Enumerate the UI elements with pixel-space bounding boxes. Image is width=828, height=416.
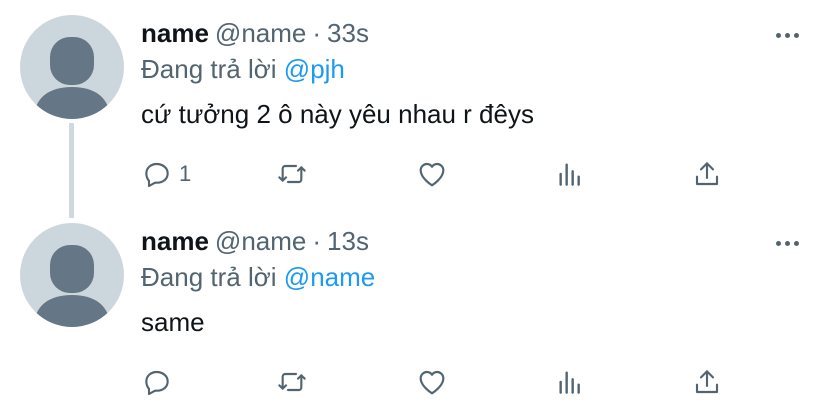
separator-dot: ·	[312, 18, 322, 48]
analytics-button[interactable]	[554, 362, 586, 402]
more-icon	[775, 32, 781, 38]
timestamp[interactable]: 33s	[327, 18, 369, 48]
more-options-button[interactable]	[772, 228, 802, 258]
more-options-button[interactable]	[772, 20, 802, 50]
share-icon	[695, 162, 719, 186]
retweet-button[interactable]	[276, 362, 308, 402]
retweet-icon	[278, 164, 306, 184]
timestamp[interactable]: 13s	[327, 226, 369, 256]
handle[interactable]: @name	[215, 18, 306, 48]
heart-icon	[419, 370, 445, 395]
analytics-icon	[559, 163, 580, 186]
default-profile-icon	[34, 245, 110, 327]
tweet-text: same	[141, 307, 205, 337]
avatar[interactable]	[20, 15, 124, 119]
mention-link[interactable]: @pjh	[284, 54, 345, 84]
tweet-header: name @name · 33s	[141, 18, 369, 48]
like-button[interactable]	[416, 154, 448, 194]
default-profile-icon	[34, 37, 110, 119]
heart-icon	[419, 162, 445, 187]
analytics-icon	[559, 371, 580, 394]
replying-to-label: Đang trả lời	[141, 54, 277, 84]
replying-to-label: Đang trả lời	[141, 262, 277, 292]
share-icon	[695, 370, 719, 394]
retweet-icon	[278, 372, 306, 392]
handle[interactable]: @name	[215, 226, 306, 256]
retweet-button[interactable]	[276, 154, 308, 194]
display-name[interactable]: name	[141, 18, 209, 48]
mention-link[interactable]: @name	[284, 262, 375, 292]
replying-to: Đang trả lời @pjh	[141, 54, 345, 84]
tweet-header: name @name · 13s	[141, 226, 369, 256]
tweet-text: cứ tưởng 2 ô này yêu nhau r đêys	[141, 99, 534, 129]
share-button[interactable]	[691, 154, 723, 194]
like-button[interactable]	[416, 362, 448, 402]
tweet[interactable]: name @name · 13s Đang trả lời @name same	[0, 208, 828, 416]
reply-count: 1	[179, 161, 192, 186]
reply-button[interactable]	[141, 362, 179, 402]
avatar[interactable]	[20, 223, 124, 327]
separator-dot: ·	[312, 226, 322, 256]
share-button[interactable]	[691, 362, 723, 402]
reply-button[interactable]: 1	[141, 154, 191, 194]
comment-icon	[145, 162, 169, 188]
analytics-button[interactable]	[554, 154, 586, 194]
tweet[interactable]: name @name · 33s Đang trả lời @pjh cứ tưởng…	[0, 0, 828, 218]
comment-icon	[145, 370, 169, 396]
tweet-actions: 1	[0, 154, 828, 194]
more-icon	[775, 240, 781, 246]
display-name[interactable]: name	[141, 226, 209, 256]
replying-to: Đang trả lời @name	[141, 262, 375, 292]
tweet-actions	[0, 362, 828, 402]
